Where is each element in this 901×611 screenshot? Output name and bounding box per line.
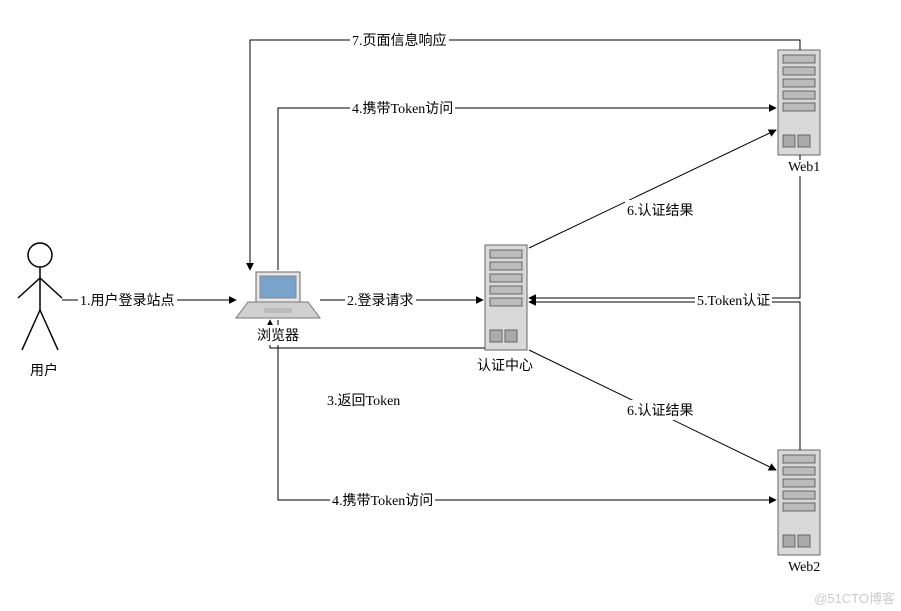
server-icon-auth	[485, 245, 527, 350]
edge5-label: 5.Token认证	[695, 290, 772, 310]
authcenter-label: 认证中心	[475, 355, 535, 375]
web1-label: Web1	[786, 160, 822, 176]
user-icon	[18, 243, 62, 350]
edge4b-label: 4.携带Token访问	[330, 490, 435, 510]
edge-7	[250, 40, 800, 270]
watermark: @51CTO博客	[814, 588, 895, 607]
edge7-label: 7.页面信息响应	[350, 30, 449, 50]
user-label: 用户	[28, 360, 60, 380]
web2-label: Web2	[786, 560, 822, 576]
edge-5	[529, 155, 800, 298]
edge4a-label: 4.携带Token访问	[350, 98, 455, 118]
edge6b-label: 6.认证结果	[625, 400, 696, 420]
edge-3	[270, 320, 485, 348]
edge6a-label: 6.认证结果	[625, 200, 696, 220]
edge-5b	[529, 302, 800, 450]
server-icon-web2	[778, 450, 820, 555]
edge1-label: 1.用户登录站点	[78, 290, 177, 310]
edge3-label: 3.返回Token	[325, 390, 402, 410]
edge2-label: 2.登录请求	[345, 290, 416, 310]
laptop-icon	[236, 272, 320, 318]
browser-label: 浏览器	[255, 325, 301, 345]
edge-6a	[529, 130, 776, 248]
server-icon-web1	[778, 50, 820, 155]
